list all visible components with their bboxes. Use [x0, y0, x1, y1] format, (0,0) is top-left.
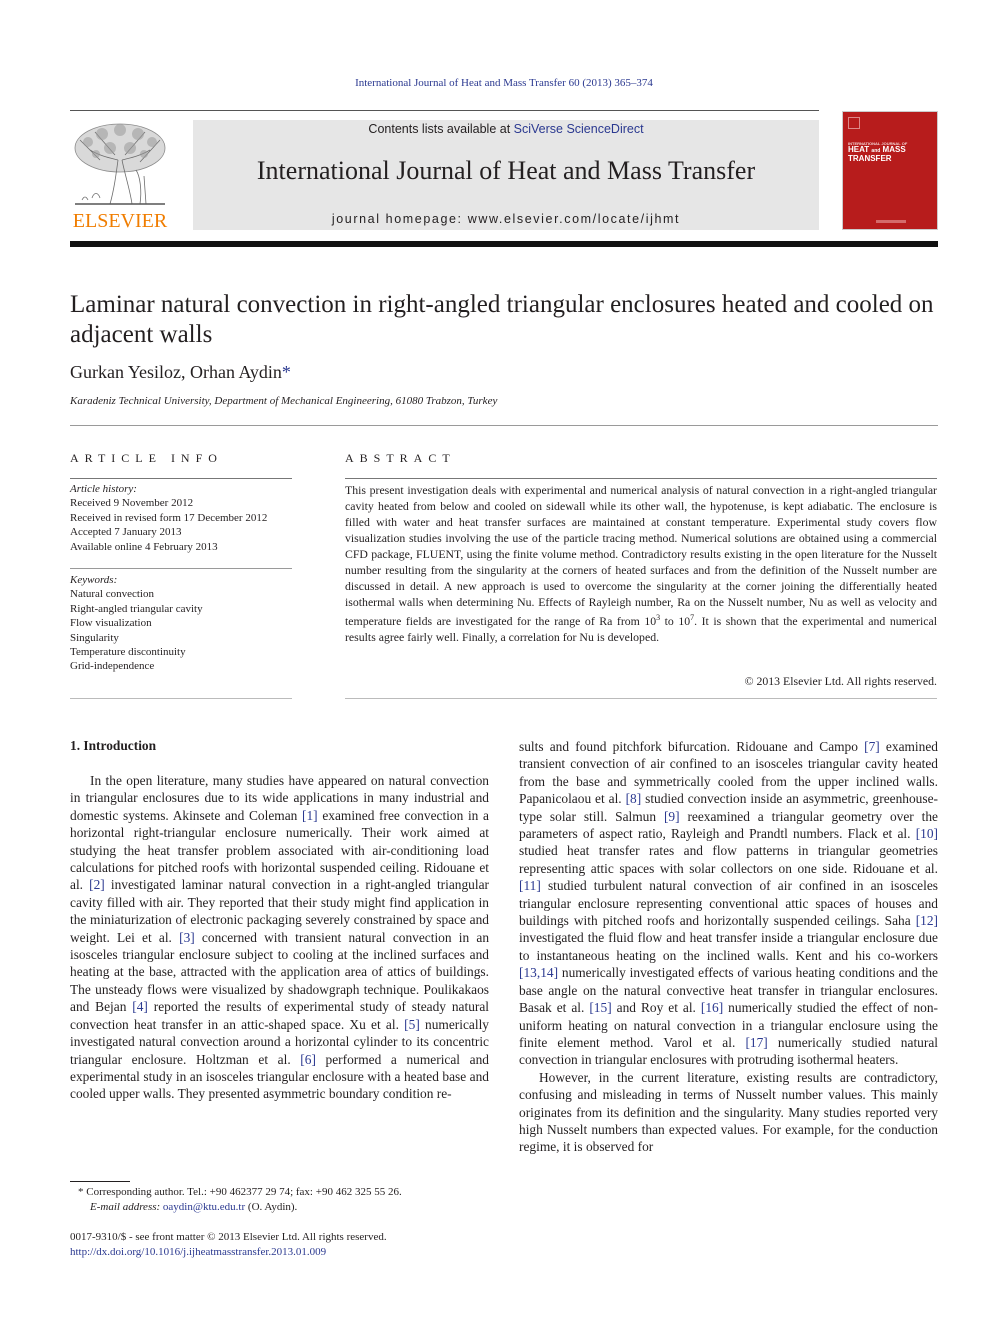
authors-names: Gurkan Yesiloz, Orhan Aydin	[70, 362, 282, 382]
abstract-rule	[345, 478, 937, 479]
abstract-text-part1: This present investigation deals with ex…	[345, 483, 937, 628]
history-item: Received 9 November 2012	[70, 497, 194, 510]
keyword-item: Grid-independence	[70, 660, 155, 673]
intro-paragraph-1: In the open literature, many studies hav…	[70, 773, 490, 1102]
author-email-link[interactable]: oaydin@ktu.edu.tr	[163, 1201, 245, 1213]
elsevier-tree-icon	[70, 120, 170, 208]
footnote-rule	[70, 1181, 130, 1182]
email-suffix: (O. Aydin).	[245, 1200, 298, 1213]
article-info-bottom-rule	[70, 698, 292, 699]
intro-paragraph-1-cont: sults and found pitchfork bifurcation. R…	[519, 739, 938, 1068]
sciencedirect-link[interactable]: SciVerse ScienceDirect	[514, 122, 644, 136]
citation-link[interactable]: [15]	[589, 1000, 611, 1015]
paper-title: Laminar natural convection in right-angl…	[70, 291, 934, 348]
abstract-to: to	[660, 613, 679, 628]
citation-link[interactable]: [10]	[916, 826, 938, 841]
citation-link[interactable]: [8]	[626, 791, 642, 806]
citation-link[interactable]: [1]	[302, 808, 318, 823]
ra-low-base: 10	[644, 613, 657, 628]
author-list: Gurkan Yesiloz, Orhan Aydin*	[70, 362, 291, 383]
contents-prefix: Contents lists available at	[368, 122, 514, 136]
journal-banner: Contents lists available at SciVerse Sci…	[193, 120, 819, 230]
journal-homepage-link[interactable]: journal homepage: www.elsevier.com/locat…	[193, 212, 819, 226]
section-heading-introduction: 1. Introduction	[70, 738, 157, 753]
email-label: E-mail address:	[90, 1200, 161, 1213]
keywords-list: Keywords: Natural convection Right-angle…	[70, 573, 292, 674]
journal-title: International Journal of Heat and Mass T…	[256, 156, 756, 185]
history-item: Received in revised form 17 December 201…	[70, 511, 268, 524]
abstract-copyright: © 2013 Elsevier Ltd. All rights reserved…	[744, 674, 937, 688]
citation-link[interactable]: [13,14]	[519, 965, 558, 980]
keyword-item: Right-angled triangular cavity	[70, 602, 203, 615]
citation-link[interactable]: [9]	[664, 809, 680, 824]
citation-link[interactable]: [17]	[745, 1035, 767, 1050]
corresponding-author-footnote: * Corresponding author. Tel.: +90 462377…	[78, 1185, 402, 1214]
cover-title-transfer: TRANSFER	[848, 154, 892, 163]
cover-footer-mark	[876, 220, 906, 223]
citation-link[interactable]: [12]	[916, 913, 938, 928]
citation-link[interactable]: [11]	[519, 878, 541, 893]
citation-link[interactable]: [2]	[89, 877, 105, 892]
elsevier-logo[interactable]: ELSEVIER	[70, 120, 170, 232]
citation-link[interactable]: [6]	[300, 1052, 316, 1067]
citation-link[interactable]: [4]	[132, 999, 148, 1014]
keywords-label: Keywords:	[70, 574, 118, 586]
cover-title-mass: MASS	[882, 145, 906, 154]
keyword-item: Temperature discontinuity	[70, 646, 186, 659]
history-item: Available online 4 February 2013	[70, 540, 218, 553]
article-info-rule	[70, 478, 292, 479]
abstract-heading: ABSTRACT	[345, 451, 456, 465]
keyword-item: Flow visualization	[70, 617, 152, 630]
citation-link[interactable]: [3]	[179, 930, 195, 945]
keyword-item: Singularity	[70, 631, 119, 644]
article-history: Article history: Received 9 November 201…	[70, 482, 292, 554]
header-rule	[70, 110, 819, 111]
article-info-heading: ARTICLE INFO	[70, 451, 223, 465]
intro-paragraph-2: However, in the current literature, exis…	[519, 1069, 938, 1155]
cover-title-heat: HEAT	[848, 145, 870, 154]
journal-citation-link[interactable]: International Journal of Heat and Mass T…	[0, 77, 992, 89]
body-right-column: sults and found pitchfork bifurcation. R…	[519, 738, 938, 1156]
header-thick-rule	[70, 241, 938, 247]
issn-block: 0017-9310/$ - see front matter © 2013 El…	[70, 1230, 387, 1259]
corresponding-author-mark[interactable]: *	[282, 362, 291, 382]
issn-line: 0017-9310/$ - see front matter © 2013 El…	[70, 1231, 387, 1243]
abstract-text: This present investigation deals with ex…	[345, 482, 937, 645]
doi-link[interactable]: http://dx.doi.org/10.1016/j.ijheatmasstr…	[70, 1245, 387, 1260]
contents-availability: Contents lists available at SciVerse Sci…	[193, 122, 819, 136]
title-rule	[70, 425, 938, 426]
cover-elsevier-icon	[848, 117, 860, 129]
citation-link[interactable]: [5]	[404, 1017, 420, 1032]
ra-high-base: 10	[678, 613, 691, 628]
cover-title: HEAT and MASS TRANSFER	[848, 146, 906, 163]
keywords-rule	[70, 568, 292, 569]
history-label: Article history:	[70, 483, 137, 495]
journal-cover-image[interactable]: INTERNATIONAL JOURNAL OF HEAT and MASS T…	[842, 111, 938, 230]
elsevier-wordmark: ELSEVIER	[72, 210, 168, 232]
citation-link[interactable]: [16]	[701, 1000, 723, 1015]
abstract-bottom-rule	[345, 698, 937, 699]
affiliation: Karadeniz Technical University, Departme…	[70, 395, 498, 407]
body-left-column: In the open literature, many studies hav…	[70, 772, 489, 1103]
citation-link[interactable]: [7]	[864, 739, 880, 754]
keyword-item: Natural convection	[70, 588, 154, 601]
footnote-contact: Corresponding author. Tel.: +90 462377 2…	[83, 1186, 402, 1198]
history-item: Accepted 7 January 2013	[70, 526, 182, 539]
